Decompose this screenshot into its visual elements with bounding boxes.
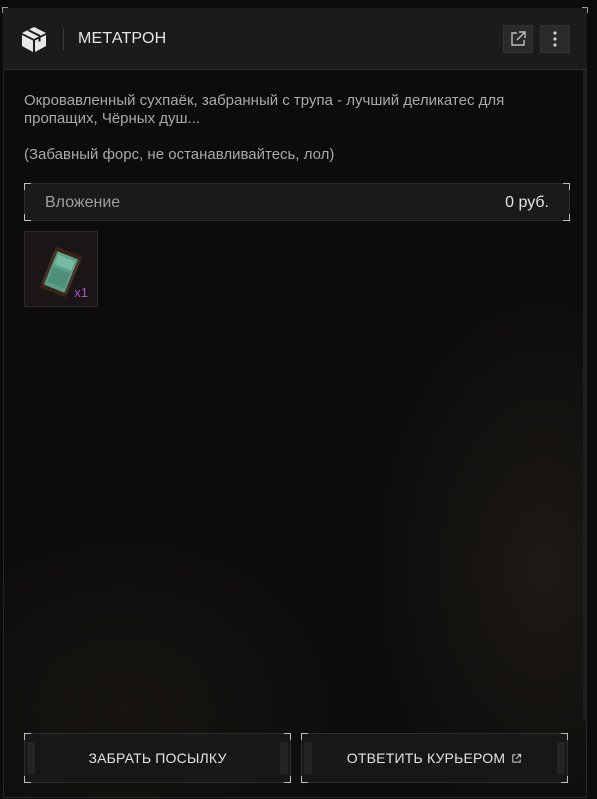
external-link-icon	[512, 753, 522, 763]
attachment-bar: Вложение 0 руб.	[24, 183, 570, 221]
package-icon	[22, 27, 46, 52]
item-slot[interactable]: x1	[24, 231, 98, 307]
open-external-button[interactable]	[503, 25, 533, 53]
external-link-icon	[511, 31, 526, 46]
take-package-label: ЗАБРАТЬ ПОСЫЛКУ	[88, 750, 227, 766]
more-vertical-icon	[553, 31, 557, 47]
message-description: Окровавленный сухпаёк, забранный с трупа…	[24, 92, 505, 127]
message-note: (Забавный форс, не останавливайтесь, лол…	[24, 146, 335, 163]
more-options-button[interactable]	[540, 25, 570, 53]
scrollbar[interactable]	[583, 70, 586, 720]
window-title: МЕТАТРОН	[78, 30, 167, 47]
attachment-label: Вложение	[45, 194, 121, 211]
reply-courier-button[interactable]: ОТВЕТИТЬ КУРЬЕРОМ	[301, 733, 568, 783]
header-divider	[63, 28, 64, 50]
reply-courier-label: ОТВЕТИТЬ КУРЬЕРОМ	[346, 750, 506, 766]
item-quantity: x1	[74, 285, 88, 300]
window-header: МЕТАТРОН	[2, 7, 588, 70]
take-package-button[interactable]: ЗАБРАТЬ ПОСЫЛКУ	[24, 733, 291, 783]
attachment-value: 0 руб.	[505, 194, 549, 211]
